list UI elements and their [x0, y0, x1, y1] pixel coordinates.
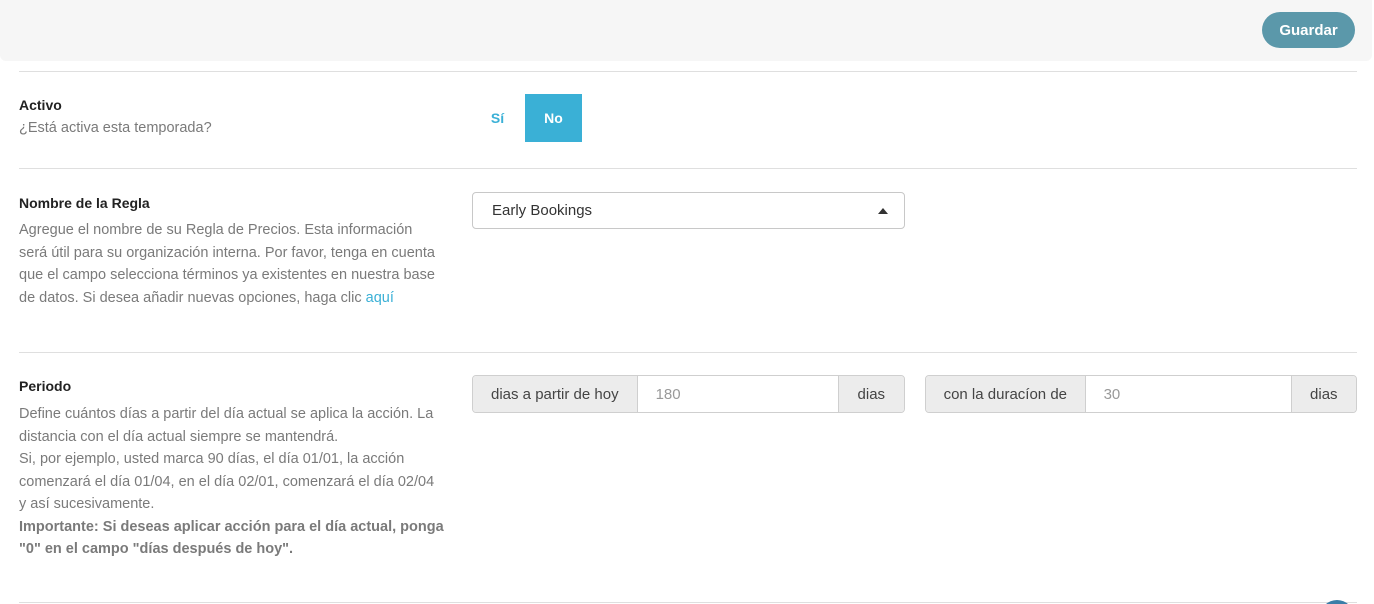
rule-name-selected-value: Early Bookings [492, 202, 593, 219]
duration-days-suffix: dias [1290, 376, 1356, 412]
duration-days-input-group: con la duracíon de dias [925, 375, 1357, 413]
divider [19, 168, 1357, 169]
offset-days-input-group: dias a partir de hoy dias [472, 375, 905, 413]
rule-name-description: Agregue el nombre de su Regla de Precios… [19, 222, 435, 306]
period-important-note-line-1: Importante: Si deseas aplicar acción par… [19, 518, 444, 535]
active-no-option[interactable]: No [525, 94, 582, 142]
add-options-link[interactable]: aquí [366, 290, 394, 306]
divider [19, 352, 1357, 353]
divider [19, 602, 1357, 603]
offset-days-input[interactable] [637, 376, 838, 412]
active-description: ¿Está activa esta temporada? [19, 120, 212, 136]
duration-days-input[interactable] [1085, 376, 1291, 412]
period-important-note-line-2: "0" en el campo "días después de hoy". [19, 541, 294, 557]
rule-name-title: Nombre de la Regla [19, 195, 150, 211]
rule-name-select[interactable]: Early Bookings [472, 192, 905, 229]
save-button[interactable]: Guardar [1262, 12, 1355, 48]
divider [19, 71, 1357, 72]
period-description: Define cuántos días a partir del día act… [19, 406, 444, 557]
caret-up-icon [878, 208, 888, 214]
top-toolbar: Guardar [0, 0, 1372, 61]
period-title: Periodo [19, 378, 72, 394]
active-title: Activo [19, 97, 62, 113]
active-yes-option[interactable]: Sí [470, 94, 525, 142]
offset-days-prefix: dias a partir de hoy [473, 376, 638, 412]
duration-days-prefix: con la duracíon de [926, 376, 1086, 412]
offset-days-suffix: dias [837, 376, 904, 412]
